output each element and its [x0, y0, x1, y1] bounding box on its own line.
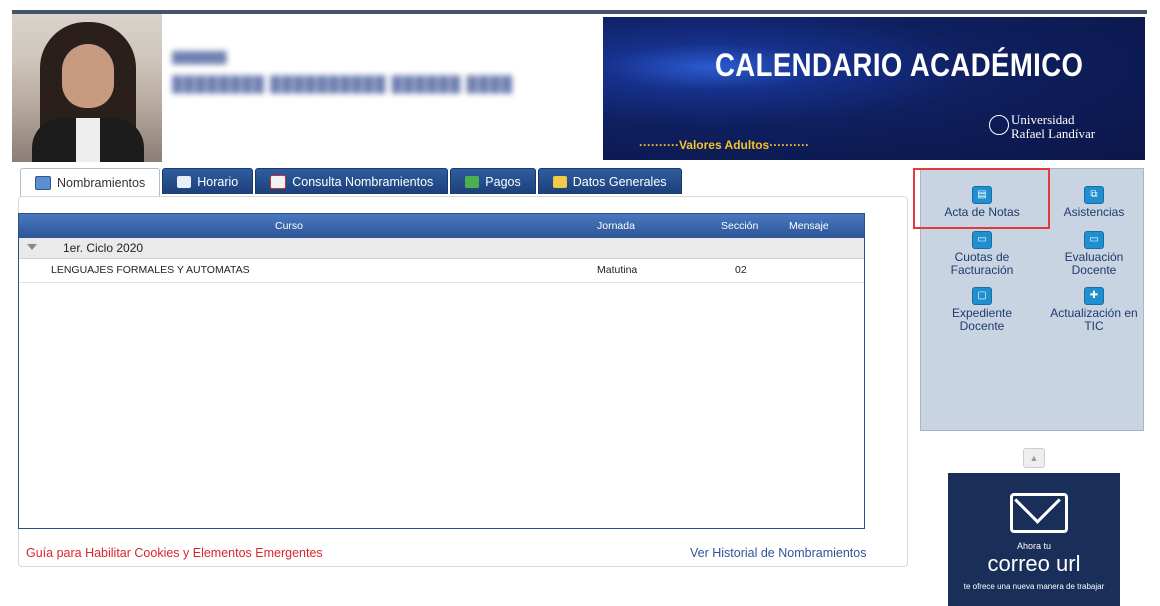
document-search-icon — [270, 174, 287, 189]
profile-photo — [12, 14, 162, 162]
folder-icon: ▭ — [1084, 231, 1104, 249]
user-name-redacted: ████████ ██████████ ██████ ████ — [172, 76, 514, 93]
collapse-triangle-icon[interactable] — [27, 244, 37, 250]
history-link[interactable]: Ver Historial de Nombramientos — [690, 546, 866, 560]
banner-title: CALENDARIO ACADÉMICO — [715, 47, 1084, 83]
menu-label: Cuotas de Facturación — [950, 250, 1014, 277]
university-seal-icon — [989, 115, 1009, 135]
promo-line3: te ofrece una nueva manera de trabajar — [963, 582, 1105, 591]
top-divider — [12, 10, 1147, 14]
tab-datos-generales[interactable]: Datos Generales — [537, 168, 682, 194]
folder-icon — [552, 175, 567, 188]
tab-label: Horario — [197, 174, 239, 189]
menu-evaluacion-docente[interactable]: ▭ Evaluación Docente — [1044, 231, 1144, 277]
group-row[interactable]: 1er. Ciclo 2020 — [19, 238, 864, 259]
cookies-guide-link[interactable]: Guía para Habilitar Cookies y Elementos … — [26, 546, 323, 560]
appointments-grid: Curso Jornada Sección Mensaje 1er. Ciclo… — [18, 213, 865, 529]
tab-consulta-nombramientos[interactable]: Consulta Nombramientos — [255, 168, 449, 194]
envelope-icon — [1010, 493, 1068, 533]
correo-url-ad[interactable]: Ahora tu correo url te ofrece una nueva … — [948, 473, 1120, 606]
table-row[interactable]: LENGUAJES FORMALES Y AUTOMATAS Matutina … — [19, 258, 864, 283]
folder-chart-icon — [35, 175, 51, 190]
puzzle-icon: ✚ — [1084, 287, 1104, 305]
university-logo: Universidad Rafael Landívar — [989, 112, 1096, 141]
copy-icon: ⧉ — [1084, 186, 1104, 204]
promo-brand: correo url — [987, 551, 1081, 576]
chat-icon: ▢ — [972, 287, 992, 305]
calendar-icon — [177, 175, 192, 188]
banner-subtitle: ··········Valores Adultos·········· — [639, 138, 810, 152]
tab-bar: Nombramientos Horario Consulta Nombramie… — [20, 168, 684, 196]
tab-label: Nombramientos — [57, 175, 146, 190]
menu-cuotas-de-facturacion[interactable]: ▭ Cuotas de Facturación — [932, 231, 1032, 277]
menu-label: Expediente Docente — [951, 306, 1013, 333]
menu-label: Asistencias — [1063, 205, 1125, 219]
scroll-up-button[interactable]: ▲ — [1023, 448, 1045, 468]
menu-expediente-docente[interactable]: ▢ Expediente Docente — [932, 287, 1032, 333]
header-curso[interactable]: Curso — [275, 214, 303, 238]
calendar-banner[interactable]: CALENDARIO ACADÉMICO ··········Valores A… — [603, 17, 1145, 160]
tab-pagos[interactable]: Pagos — [450, 168, 536, 194]
tab-label: Datos Generales — [572, 174, 667, 189]
menu-asistencias[interactable]: ⧉ Asistencias — [1044, 186, 1144, 219]
tab-label: Pagos — [485, 174, 521, 189]
group-label: 1er. Ciclo 2020 — [63, 241, 144, 255]
cell-jornada: Matutina — [597, 264, 638, 276]
tab-horario[interactable]: Horario — [162, 168, 254, 194]
folder-icon: ▭ — [972, 231, 992, 249]
menu-actualizacion-en-tic[interactable]: ✚ Actualización en TIC — [1044, 287, 1144, 333]
header-jornada[interactable]: Jornada — [597, 214, 635, 238]
tab-nombramientos[interactable]: Nombramientos — [20, 168, 161, 196]
highlight-box — [913, 168, 1050, 229]
user-role-redacted: ███████ — [172, 52, 227, 64]
tab-label: Consulta Nombramientos — [292, 174, 434, 189]
promo-line1: Ahora tu — [1016, 541, 1052, 551]
menu-label: Evaluación Docente — [1064, 250, 1124, 277]
header-seccion[interactable]: Sección — [721, 214, 758, 238]
university-name-line1: Universidad — [1011, 112, 1075, 127]
cell-seccion: 02 — [735, 264, 747, 276]
grid-header: Curso Jornada Sección Mensaje — [19, 214, 864, 238]
header-mensaje[interactable]: Mensaje — [789, 214, 829, 238]
user-info: ███████ ████████ ██████████ ██████ ████ — [172, 52, 513, 93]
cell-curso: LENGUAJES FORMALES Y AUTOMATAS — [51, 264, 250, 276]
money-icon — [465, 175, 480, 188]
chevron-up-icon: ▲ — [1029, 453, 1039, 463]
university-name-line2: Rafael Landívar — [1011, 126, 1096, 141]
menu-label: Actualización en TIC — [1050, 306, 1138, 333]
